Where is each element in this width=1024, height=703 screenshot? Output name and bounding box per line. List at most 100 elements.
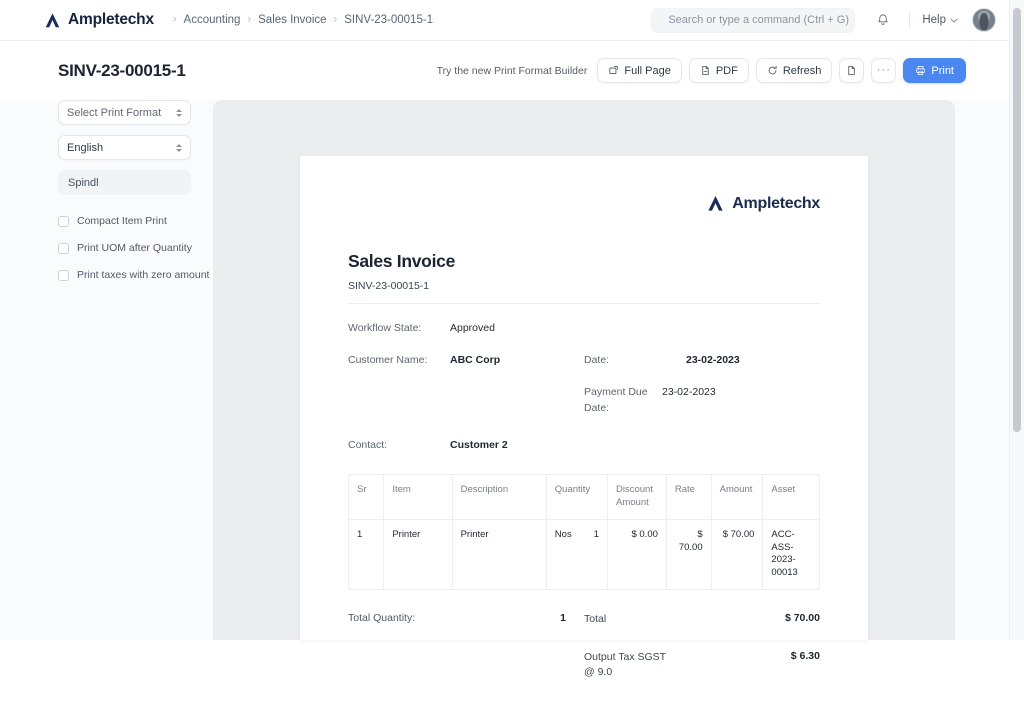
- pdf-button[interactable]: PDF: [689, 58, 749, 83]
- table-header-row: Sr Item Description Quantity Discount Am…: [349, 475, 820, 520]
- invoice-letterhead: Ampletechx: [348, 194, 820, 213]
- column-header-item: Item: [384, 475, 452, 520]
- breadcrumb-separator: ›: [247, 14, 251, 25]
- page-header: SINV-23-00015-1 Try the new Print Format…: [0, 41, 1010, 100]
- invoice-paper: Ampletechx Sales Invoice SINV-23-00015-1…: [300, 156, 868, 640]
- column-header-amount: Amount: [711, 475, 763, 520]
- cell-discount-amount: $ 0.00: [608, 519, 667, 589]
- field-value: Approved: [450, 321, 495, 336]
- table-row: 1 Printer Printer Nos 1 $ 0.00 $ 70.00: [349, 519, 820, 589]
- field-spacer: [584, 321, 820, 336]
- cell-amount: $ 70.00: [711, 519, 763, 589]
- file-icon: [846, 65, 857, 76]
- more-horizontal-icon: ···: [877, 65, 891, 76]
- checkbox-icon[interactable]: [58, 243, 69, 254]
- total-quantity-row: Total Quantity: 1: [348, 612, 584, 703]
- letterhead-value: Spindl: [68, 177, 99, 189]
- cell-rate: $ 70.00: [666, 519, 711, 589]
- full-page-button[interactable]: Full Page: [597, 58, 681, 83]
- page-title: SINV-23-00015-1: [0, 61, 186, 81]
- chevron-down-icon: [950, 18, 958, 23]
- refresh-icon: [767, 65, 778, 76]
- column-header-quantity: Quantity: [546, 475, 607, 520]
- fullscreen-icon: [608, 65, 619, 76]
- breadcrumb-separator: ›: [334, 14, 338, 25]
- full-page-label: Full Page: [624, 65, 670, 77]
- language-select[interactable]: English: [58, 135, 191, 160]
- field-contact: Contact: Customer 2: [348, 438, 584, 453]
- invoice-field-row: Customer Name: ABC Corp Date: 23-02-2023: [348, 353, 820, 368]
- cell-sr: 1: [349, 519, 384, 589]
- print-settings-sidebar: Select Print Format English Spindl Compa…: [0, 100, 213, 640]
- cell-quantity: Nos 1: [546, 519, 607, 589]
- field-label: Payment Due Date:: [584, 385, 662, 415]
- printer-icon: [915, 65, 926, 76]
- checkbox-print-taxes-with-zero-amount[interactable]: Print taxes with zero amount: [58, 267, 213, 283]
- breadcrumb-current: SINV-23-00015-1: [344, 14, 433, 26]
- brand-logo[interactable]: Ampletechx: [44, 11, 154, 29]
- file-button[interactable]: [839, 58, 864, 83]
- navbar-left: Ampletechx › Accounting › Sales Invoice …: [0, 11, 433, 29]
- field-label: Workflow State:: [348, 321, 450, 336]
- breadcrumb-accounting[interactable]: Accounting: [184, 14, 241, 26]
- invoice-items-table: Sr Item Description Quantity Discount Am…: [348, 474, 820, 590]
- column-header-discount-amount: Discount Amount: [608, 475, 667, 520]
- notification-button[interactable]: [869, 6, 897, 34]
- field-value: Customer 2: [450, 438, 508, 453]
- navbar-right: Search or type a command (Ctrl + G) Help: [651, 6, 1010, 34]
- vertical-scrollbar[interactable]: [1010, 0, 1024, 640]
- tax-row: Output Tax SGST @ 9.0 $ 6.30: [584, 650, 820, 682]
- cell-description: Printer: [452, 519, 546, 589]
- column-header-rate: Rate: [666, 475, 711, 520]
- field-workflow-state: Workflow State: Approved: [348, 321, 584, 336]
- checkbox-label: Compact Item Print: [77, 215, 167, 227]
- field-label: Contact:: [348, 438, 450, 453]
- avatar[interactable]: [972, 8, 996, 32]
- language-value: English: [67, 142, 103, 154]
- refresh-button[interactable]: Refresh: [756, 58, 833, 83]
- help-label: Help: [922, 14, 946, 26]
- letterhead-field[interactable]: Spindl: [58, 170, 191, 195]
- cell-qty-value: 1: [594, 529, 599, 542]
- field-date: Date: 23-02-2023: [584, 353, 820, 368]
- field-value: ABC Corp: [450, 353, 500, 368]
- page-body: Select Print Format English Spindl Compa…: [0, 100, 1010, 640]
- checkbox-print-uom-after-quantity[interactable]: Print UOM after Quantity: [58, 240, 213, 256]
- search-placeholder: Search or type a command (Ctrl + G): [668, 14, 849, 26]
- total-row: Total $ 70.00: [584, 612, 820, 628]
- print-label: Print: [931, 65, 954, 77]
- print-button[interactable]: Print: [903, 58, 966, 83]
- brand-name: Ampletechx: [68, 11, 154, 29]
- invoice-number: SINV-23-00015-1: [348, 280, 820, 292]
- file-pdf-icon: [700, 65, 711, 76]
- total-value: $ 70.00: [785, 612, 820, 628]
- print-format-builder-link[interactable]: Try the new Print Format Builder: [437, 65, 588, 77]
- search-input[interactable]: Search or type a command (Ctrl + G): [651, 8, 855, 33]
- print-format-select[interactable]: Select Print Format: [58, 100, 191, 125]
- help-menu-button[interactable]: Help: [922, 14, 958, 26]
- field-value: 23-02-2023: [686, 353, 740, 368]
- checkbox-compact-item-print[interactable]: Compact Item Print: [58, 213, 213, 229]
- page-toolbar: Try the new Print Format Builder Full Pa…: [437, 58, 1010, 83]
- total-label: Total: [584, 612, 606, 628]
- navbar-divider: [909, 12, 910, 29]
- checkbox-icon[interactable]: [58, 216, 69, 227]
- tax-label: Output Tax SGST @ 9.0: [584, 650, 676, 682]
- invoice-title: Sales Invoice: [348, 251, 820, 272]
- breadcrumb-sales-invoice[interactable]: Sales Invoice: [258, 14, 326, 26]
- checkbox-icon[interactable]: [58, 270, 69, 281]
- more-options-button[interactable]: ···: [871, 58, 896, 83]
- column-header-sr: Sr: [349, 475, 384, 520]
- scrollbar-thumb[interactable]: [1013, 8, 1021, 432]
- notification-bell-icon: [876, 13, 890, 27]
- breadcrumb-separator: ›: [173, 14, 177, 25]
- invoice-field-row: Contact: Customer 2: [348, 438, 820, 453]
- invoice-divider: [348, 303, 820, 304]
- pdf-label: PDF: [716, 65, 738, 77]
- chevron-updown-icon: [176, 109, 182, 117]
- chevron-updown-icon: [176, 144, 182, 152]
- print-format-value: Select Print Format: [67, 107, 161, 119]
- invoice-totals: Total Quantity: 1 Total $ 70.00 Output T…: [348, 612, 820, 703]
- cell-item: Printer: [384, 519, 452, 589]
- invoice-field-row: Workflow State: Approved: [348, 321, 820, 336]
